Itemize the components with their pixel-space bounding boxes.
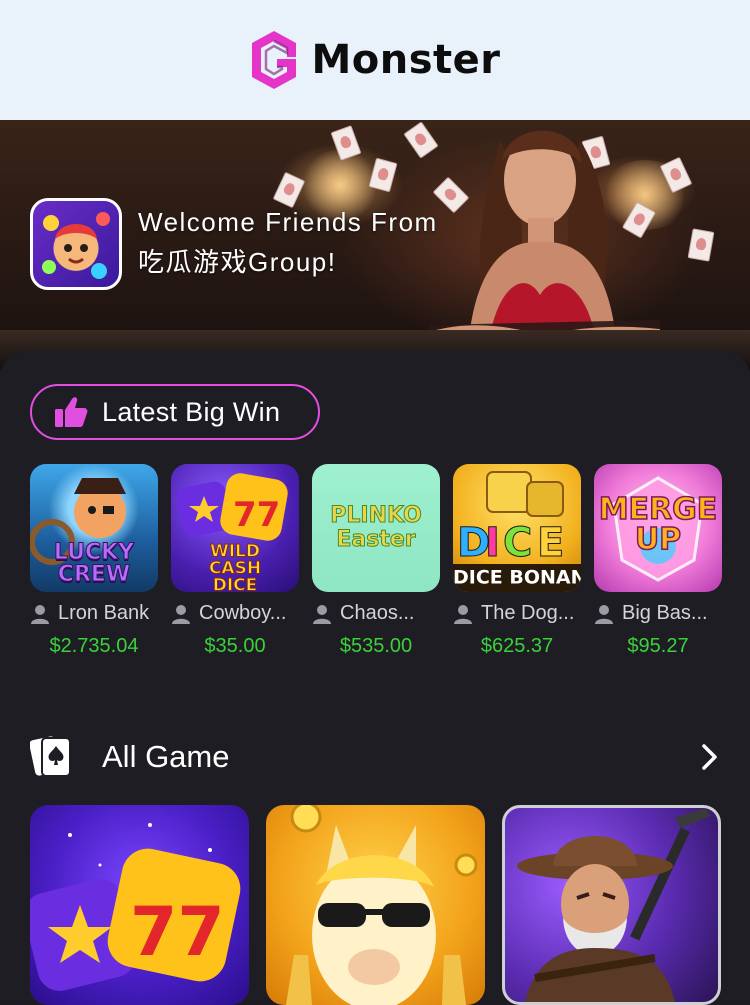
winner-user: Big Bas... (594, 602, 722, 625)
winner-name: Cowboy... (199, 602, 287, 624)
svg-text:I: I (485, 520, 500, 566)
user-icon (172, 604, 190, 624)
winner-user: Cowboy... (171, 602, 299, 625)
all-game-header[interactable]: All Game (30, 732, 720, 782)
winner-name: Chaos... (340, 602, 415, 624)
user-icon (595, 604, 613, 624)
thumbs-up-icon (55, 397, 88, 427)
llama-game-art (286, 805, 478, 1005)
big-win-item[interactable]: MERGE UP Big Bas... $95.27 (594, 464, 722, 674)
game-card-cowboy[interactable] (502, 805, 721, 1005)
welcome-line-2: 吃瓜游戏Group! (138, 247, 337, 277)
win-amount: $625.37 (480, 635, 554, 657)
chevron-right-icon[interactable] (700, 742, 720, 772)
user-icon (31, 604, 49, 624)
welcome-line-1: Welcome Friends From (138, 207, 438, 237)
game-title-art: DICE BONANZA (453, 568, 581, 588)
brand-name: Monster (311, 37, 501, 83)
winner-user: Chaos... (312, 602, 440, 625)
big-win-item[interactable]: LUCKY CREW Lron Bank $2.735.04 (30, 464, 158, 674)
game-card-dice[interactable]: 77 (30, 805, 249, 1005)
all-game-label: All Game (102, 739, 230, 774)
all-game-grid[interactable]: 77 (30, 805, 730, 1005)
cowboy-game-art (517, 808, 711, 1002)
latest-big-win-label: Latest Big Win (102, 396, 281, 427)
winner-name: The Dog... (481, 602, 575, 624)
svg-text:77: 77 (233, 495, 280, 535)
winner-name: Big Bas... (622, 602, 708, 624)
app-header: Monster (0, 0, 750, 120)
game-thumbnail-dice-bonanza[interactable]: D I C E DICE BONANZA (453, 464, 581, 592)
game-title-art: WILD CASH DICE (208, 541, 262, 592)
playing-cards-icon (30, 736, 71, 777)
flying-card (368, 157, 398, 193)
big-win-item[interactable]: PLINKO Easter Chaos... $535.00 (312, 464, 440, 674)
winner-name: Lron Bank (58, 602, 150, 624)
game-title-art: LUCKY CREW (53, 539, 135, 587)
group-avatar[interactable] (30, 198, 122, 290)
big-win-list[interactable]: LUCKY CREW Lron Bank $2.735.04 77 WILD C… (30, 464, 750, 674)
welcome-banner[interactable]: Welcome Friends From 吃瓜游戏Group! (0, 120, 750, 370)
game-thumbnail-lucky-crew[interactable]: LUCKY CREW (30, 464, 158, 592)
svg-text:C: C (503, 520, 532, 566)
dice-game-art: 77 (30, 823, 241, 991)
win-amount: $535.00 (339, 635, 413, 657)
big-win-item[interactable]: 77 WILD CASH DICE Cowboy... $35.00 (171, 464, 299, 674)
win-amount: $2.735.04 (49, 635, 139, 657)
main-panel: Latest Big Win LUCKY CREW Lron Bank $2.7… (0, 350, 750, 1005)
game-thumbnail-wild-cash-dice[interactable]: 77 WILD CASH DICE (171, 464, 299, 592)
game-thumbnail-plinko-easter[interactable]: PLINKO Easter (312, 464, 440, 592)
win-amount: $95.27 (627, 635, 689, 657)
svg-text:77: 77 (130, 893, 225, 972)
winner-user: Lron Bank (30, 602, 158, 625)
winner-user: The Dog... (453, 602, 581, 625)
user-icon (454, 604, 472, 624)
game-character-icon (42, 212, 110, 279)
win-amount: $35.00 (204, 635, 266, 657)
game-thumbnail-merge-up[interactable]: MERGE UP (594, 464, 722, 592)
game-title-art: MERGE UP (598, 492, 718, 558)
flying-card (687, 228, 715, 262)
monster-logo-icon[interactable] (249, 29, 299, 91)
latest-big-win-tab[interactable]: Latest Big Win (30, 384, 320, 440)
game-card-llama[interactable] (266, 805, 485, 1005)
welcome-text: Welcome Friends From 吃瓜游戏Group! (138, 202, 438, 282)
svg-text:E: E (537, 520, 564, 566)
game-title-art: PLINKO Easter (330, 502, 423, 553)
big-win-item[interactable]: D I C E DICE BONANZA The Dog... $625.37 (453, 464, 581, 674)
user-icon (313, 604, 331, 624)
